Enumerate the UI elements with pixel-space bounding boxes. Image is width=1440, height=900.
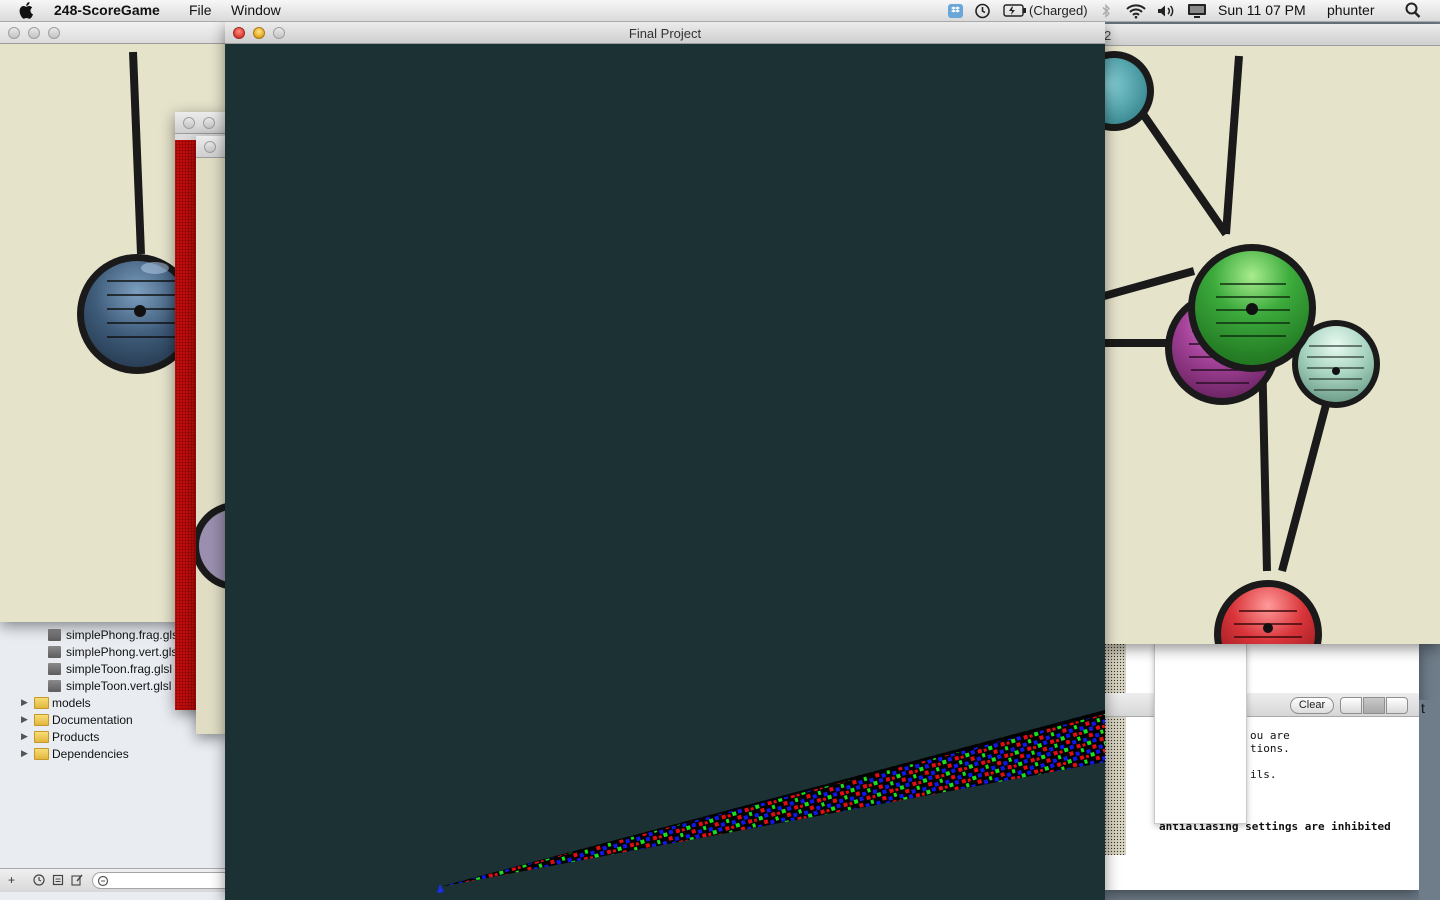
titlebar[interactable] <box>175 112 227 134</box>
file-icon <box>48 646 61 658</box>
app-menu[interactable]: 248-ScoreGame <box>54 2 160 18</box>
recent-files-icon[interactable] <box>33 874 45 889</box>
view-left-icon[interactable] <box>1340 697 1362 714</box>
folder-label: Products <box>52 730 100 744</box>
note-head <box>1263 623 1273 633</box>
corner-fragment: t <box>1421 700 1425 716</box>
minimize-button[interactable] <box>203 117 215 129</box>
console-window: Clear ou are tions. ils. antialiasing se… <box>1104 643 1419 890</box>
noise-strip <box>1104 643 1126 855</box>
disclosure-triangle-icon[interactable]: ▶ <box>21 748 28 759</box>
close-button[interactable] <box>8 27 20 39</box>
note-head <box>134 305 146 317</box>
window-title: Final Project <box>628 26 702 41</box>
folder-item-dependencies[interactable]: ▶ Dependencies <box>0 746 226 763</box>
disclosure-triangle-icon[interactable]: ▶ <box>21 697 28 708</box>
folder-icon <box>34 748 49 760</box>
final-project-window[interactable]: Final Project <box>225 22 1105 900</box>
add-icon[interactable]: + <box>8 873 15 887</box>
folder-icon <box>34 697 49 709</box>
volume-icon[interactable] <box>1156 3 1176 22</box>
disclosure-triangle-icon[interactable]: ▶ <box>21 731 28 742</box>
noise-wedge <box>437 710 1105 893</box>
folder-label: Dependencies <box>52 747 129 761</box>
partial-node <box>196 502 227 590</box>
scm-files-icon[interactable] <box>52 874 64 889</box>
render-canvas[interactable] <box>225 44 1105 900</box>
titlebar[interactable]: Final Project <box>225 22 1105 44</box>
folder-label: Documentation <box>52 713 133 727</box>
score-graph-right[interactable] <box>1104 46 1440 644</box>
spotlight-icon[interactable] <box>1405 2 1421 22</box>
close-button[interactable] <box>183 117 195 129</box>
console-line: tions. <box>1250 742 1290 755</box>
navigator-filter-bar: + <box>0 868 226 892</box>
file-label: simplePhong.vert.glsl <box>66 645 181 659</box>
note-head <box>1246 303 1258 315</box>
nested-window <box>1154 643 1247 824</box>
window-canvas <box>196 158 227 734</box>
wedge-edge <box>439 710 1105 887</box>
console-line: ou are <box>1250 729 1290 742</box>
desktop-gap <box>1419 700 1440 900</box>
clock[interactable]: Sun 11 07 PM <box>1218 2 1306 18</box>
minimize-button[interactable] <box>28 27 40 39</box>
wedge-tip <box>437 884 444 893</box>
battery-status: (Charged) <box>1029 3 1088 18</box>
menu-bar: 248-ScoreGame File Window (Charged) Sun … <box>0 0 1440 22</box>
bluetooth-icon[interactable] <box>1101 3 1111 22</box>
file-label: simplePhong.frag.glsl <box>66 628 181 642</box>
console-line: ils. <box>1250 768 1277 781</box>
clear-button[interactable]: Clear <box>1290 697 1334 714</box>
window-title: 2 <box>1104 28 1112 43</box>
console-toolbar: Clear <box>1104 693 1419 717</box>
note-head <box>1332 367 1340 375</box>
disclosure-triangle-icon[interactable]: ▶ <box>21 714 28 725</box>
time-machine-icon[interactable] <box>974 3 991 22</box>
folder-icon <box>34 731 49 743</box>
view-right-icon[interactable] <box>1386 697 1408 714</box>
file-icon <box>48 663 61 675</box>
view-both-icon[interactable] <box>1363 697 1385 714</box>
apple-icon[interactable] <box>19 1 35 22</box>
window-menu[interactable]: Window <box>231 2 281 18</box>
titlebar[interactable] <box>196 136 227 158</box>
folder-icon <box>34 714 49 726</box>
file-label: simpleToon.vert.glsl <box>66 679 172 693</box>
wifi-icon[interactable] <box>1125 3 1147 22</box>
display-icon[interactable] <box>1187 3 1207 22</box>
zoom-button[interactable] <box>48 27 60 39</box>
stacked-window[interactable] <box>196 136 227 734</box>
dropbox-icon[interactable] <box>947 3 964 22</box>
filter-icon <box>97 874 109 892</box>
right-score-window[interactable]: 2 <box>1104 24 1440 644</box>
folder-label: models <box>52 696 91 710</box>
edge-line <box>129 51 145 255</box>
file-icon <box>48 629 61 641</box>
user-menu[interactable]: phunter <box>1327 2 1374 18</box>
red-canvas <box>175 140 197 710</box>
file-label: simpleToon.frag.glsl <box>66 662 173 676</box>
close-button[interactable] <box>204 141 216 153</box>
node-highlight <box>141 262 169 274</box>
edit-icon[interactable] <box>71 873 83 889</box>
file-icon <box>48 680 61 692</box>
titlebar[interactable]: 2 <box>1104 24 1440 46</box>
filter-input[interactable] <box>92 872 226 889</box>
file-menu[interactable]: File <box>189 2 212 18</box>
titlebar[interactable] <box>0 22 226 44</box>
folder-item-documentation[interactable]: ▶ Documentation <box>0 712 226 729</box>
battery-icon[interactable] <box>1003 4 1027 20</box>
folder-item-products[interactable]: ▶ Products <box>0 729 226 746</box>
